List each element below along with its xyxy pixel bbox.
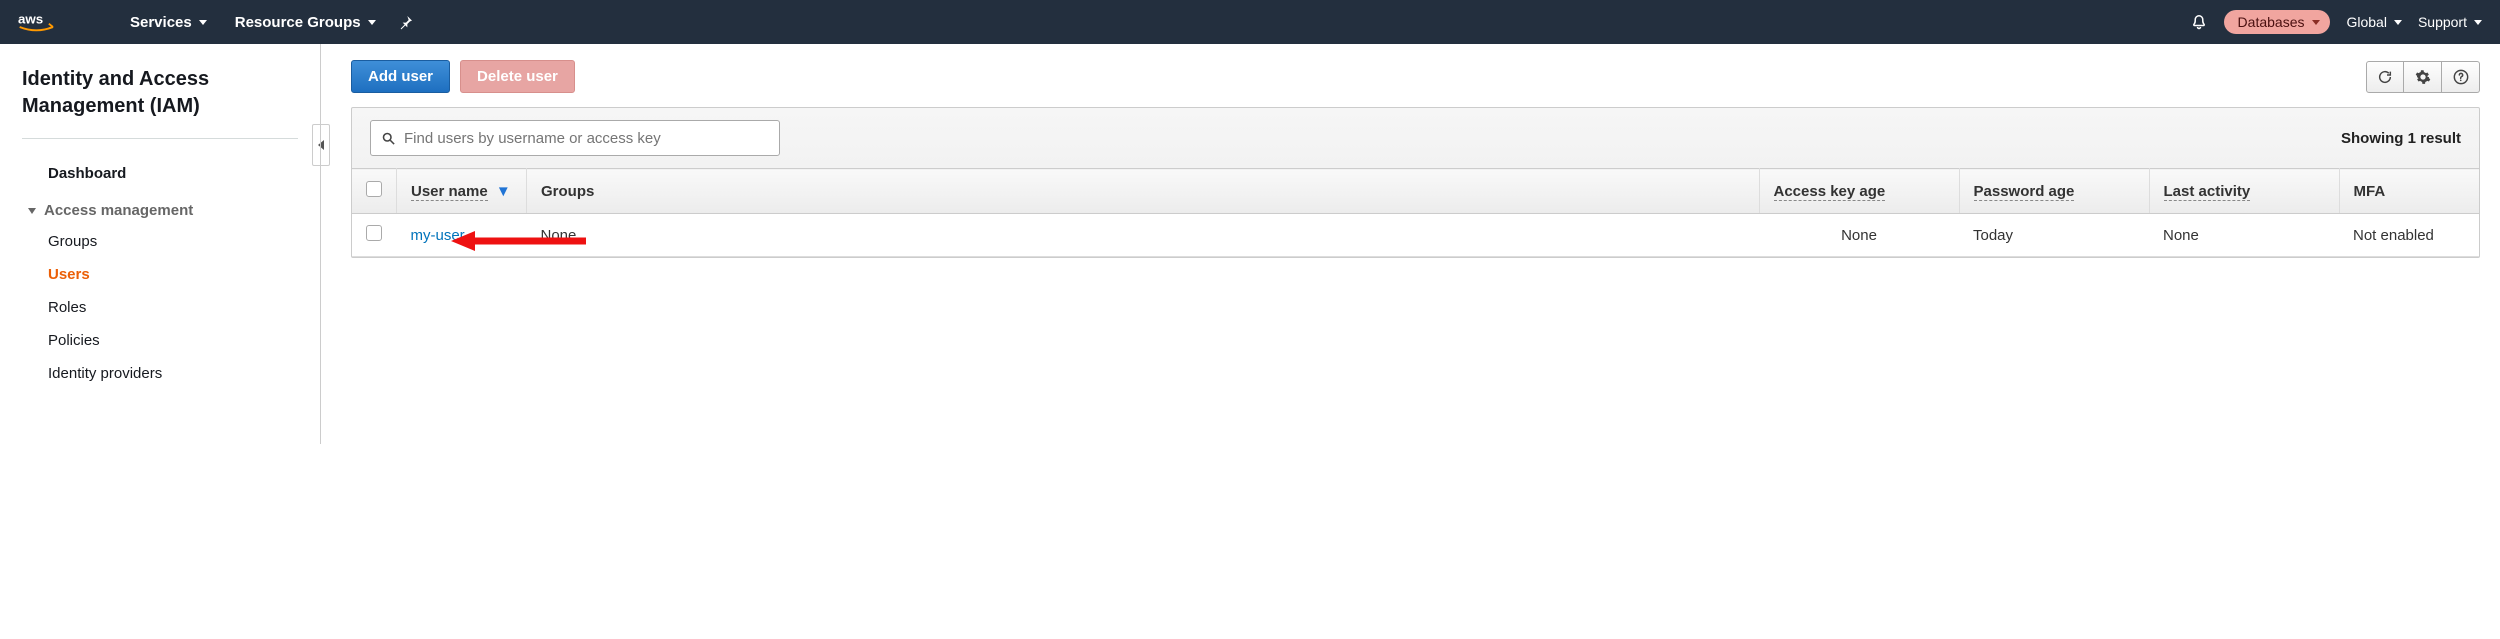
sidebar-dashboard[interactable]: Dashboard	[22, 159, 298, 188]
cell-access-key-age: None	[1759, 214, 1959, 257]
add-user-button[interactable]: Add user	[351, 60, 450, 93]
col-access-key-age-label: Access key age	[1774, 183, 1886, 201]
sidebar-section-label: Access management	[44, 202, 193, 219]
caret-down-icon	[368, 20, 376, 25]
col-groups[interactable]: Groups	[527, 169, 1760, 214]
sidebar-item-identity-providers[interactable]: Identity providers	[22, 357, 298, 390]
search-wrapper[interactable]	[370, 120, 780, 156]
col-password-age-label: Password age	[1974, 183, 2075, 201]
col-last-activity[interactable]: Last activity	[2149, 169, 2339, 214]
caret-down-icon	[199, 20, 207, 25]
col-mfa[interactable]: MFA	[2339, 169, 2479, 214]
sidebar: Identity and Access Management (IAM) Das…	[0, 44, 320, 444]
col-password-age[interactable]: Password age	[1959, 169, 2149, 214]
account-menu[interactable]: Databases	[2224, 10, 2331, 34]
support-label: Support	[2418, 14, 2467, 30]
cell-mfa: Not enabled	[2339, 214, 2479, 257]
nav-resource-groups-label: Resource Groups	[235, 14, 361, 31]
col-access-key-age[interactable]: Access key age	[1759, 169, 1959, 214]
aws-logo[interactable]: aws	[18, 11, 68, 33]
users-panel: Showing 1 result User name ▼ Groups	[351, 107, 2480, 258]
toolbar-icon-group	[2366, 61, 2480, 93]
col-mfa-label: MFA	[2354, 183, 2386, 200]
filter-row: Showing 1 result	[352, 108, 2479, 168]
sidebar-item-users[interactable]: Users	[22, 258, 298, 291]
col-groups-label: Groups	[541, 183, 594, 200]
col-last-activity-label: Last activity	[2164, 183, 2251, 201]
cell-password-age: Today	[1959, 214, 2149, 257]
nav-services[interactable]: Services	[116, 0, 221, 44]
search-icon	[381, 131, 396, 146]
sort-down-icon: ▼	[496, 183, 511, 200]
select-all-checkbox[interactable]	[366, 181, 382, 197]
nav-notifications[interactable]	[2190, 12, 2208, 33]
table-row: my-user None None Today None Not enabled	[352, 214, 2479, 257]
user-link[interactable]: my-user	[411, 227, 465, 244]
refresh-icon	[2377, 69, 2393, 85]
nav-services-label: Services	[130, 14, 192, 31]
help-icon	[2453, 69, 2469, 85]
region-label: Global	[2346, 14, 2386, 30]
pin-icon	[398, 14, 414, 30]
gear-icon	[2415, 69, 2431, 85]
nav-pin[interactable]	[390, 0, 422, 44]
main-content: Add user Delete user	[320, 44, 2500, 444]
col-user-name-label: User name	[411, 183, 488, 201]
cell-groups: None	[527, 214, 1760, 257]
col-checkbox	[352, 169, 397, 214]
account-label: Databases	[2238, 14, 2305, 30]
cell-last-activity: None	[2149, 214, 2339, 257]
nav-resource-groups[interactable]: Resource Groups	[221, 0, 390, 44]
service-title: Identity and Access Management (IAM)	[22, 66, 298, 139]
chevron-down-icon	[28, 208, 36, 214]
help-button[interactable]	[2442, 61, 2480, 93]
sidebar-item-groups[interactable]: Groups	[22, 225, 298, 258]
bell-icon	[2190, 12, 2208, 30]
col-user-name[interactable]: User name ▼	[397, 169, 527, 214]
table-header-row: User name ▼ Groups Access key age Passwo…	[352, 169, 2479, 214]
svg-text:aws: aws	[18, 12, 43, 27]
search-input[interactable]	[404, 130, 769, 147]
refresh-button[interactable]	[2366, 61, 2404, 93]
users-table: User name ▼ Groups Access key age Passwo…	[352, 168, 2479, 257]
caret-down-icon	[2394, 20, 2402, 25]
sidebar-section-access-management[interactable]: Access management	[22, 188, 298, 225]
settings-button[interactable]	[2404, 61, 2442, 93]
sidebar-item-roles[interactable]: Roles	[22, 291, 298, 324]
action-bar: Add user Delete user	[351, 60, 2480, 93]
caret-down-icon	[2474, 20, 2482, 25]
region-menu[interactable]: Global	[2346, 14, 2401, 30]
caret-down-icon	[2312, 20, 2320, 25]
support-menu[interactable]: Support	[2418, 14, 2482, 30]
sidebar-item-policies[interactable]: Policies	[22, 324, 298, 357]
delete-user-button[interactable]: Delete user	[460, 60, 575, 93]
top-nav: aws Services Resource Groups Databases G…	[0, 0, 2500, 44]
row-checkbox[interactable]	[366, 225, 382, 241]
result-count: Showing 1 result	[2341, 130, 2461, 147]
